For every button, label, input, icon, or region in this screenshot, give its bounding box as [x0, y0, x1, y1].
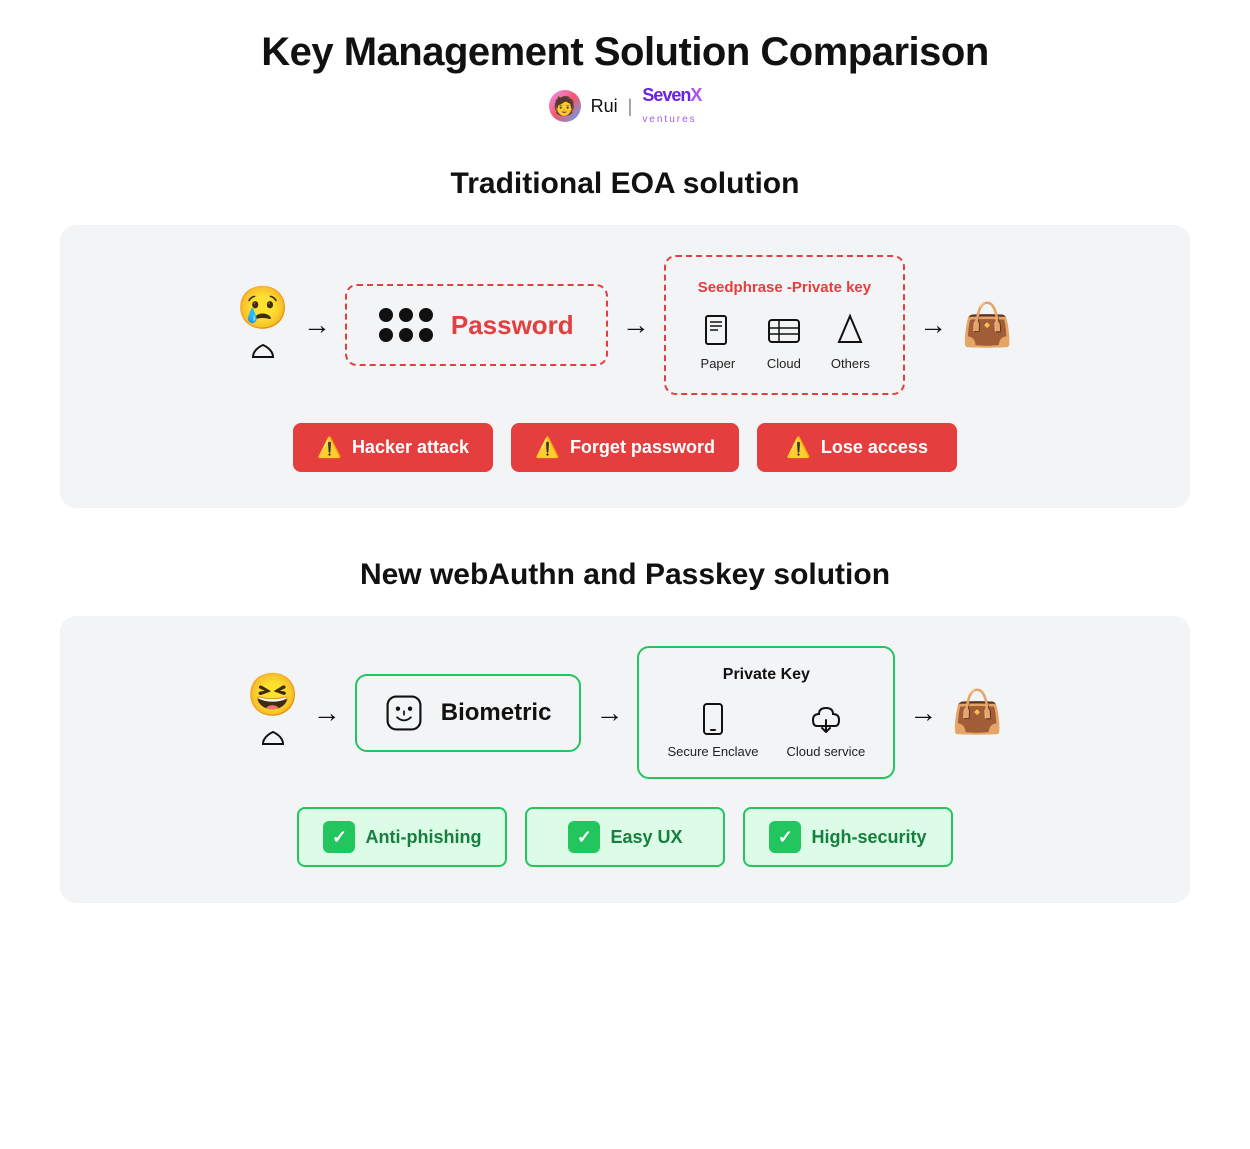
arrow-2: → [622, 309, 650, 341]
warning-icon-1: ⚠️ [317, 435, 342, 460]
cloud-label: Cloud [767, 356, 801, 371]
dot [399, 328, 413, 342]
cloud-service-item: Cloud service [787, 700, 866, 759]
dot [419, 328, 433, 342]
password-box: Password [345, 284, 608, 366]
wallet-icon-traditional: 👜 [961, 301, 1013, 350]
warning-icon-2: ⚠️ [535, 435, 560, 460]
check-icon-3: ✓ [769, 821, 801, 853]
arrow-5: → [595, 697, 623, 729]
benefit-badge-ux: ✓ Easy UX [525, 807, 725, 867]
new-flow-row: 😆 → Biometric [100, 646, 1150, 779]
brand-logo: SevenXventures [642, 85, 701, 127]
dot [379, 308, 393, 322]
paper-label: Paper [701, 356, 736, 371]
storage-item-cloud: Cloud [765, 312, 803, 371]
benefit-badge-security: ✓ High-security [743, 807, 952, 867]
traditional-flow-row: 😢 → Password [100, 255, 1150, 395]
password-row: Password [379, 308, 574, 342]
seedphrase-box: Seedphrase -Private key Paper [664, 255, 905, 395]
phone-icon [694, 700, 732, 738]
risk-label-3: Lose access [821, 437, 928, 458]
dots-grid [379, 308, 433, 342]
user-body-icon [247, 331, 279, 364]
new-section-box: 😆 → Biometric [60, 616, 1190, 903]
new-section-title: New webAuthn and Passkey solution [60, 558, 1190, 592]
benefit-label-1: Anti-phishing [365, 827, 481, 848]
storage-item-others: Others [831, 312, 870, 371]
paper-icon [699, 312, 737, 350]
arrow-3: → [919, 309, 947, 341]
risk-label-2: Forget password [570, 437, 715, 458]
risk-row: ⚠️ Hacker attack ⚠️ Forget password ⚠️ L… [100, 423, 1150, 472]
divider: | [628, 96, 633, 117]
arrow-1: → [303, 309, 331, 341]
benefit-badge-phishing: ✓ Anti-phishing [297, 807, 507, 867]
password-label: Password [451, 310, 574, 341]
others-icon [831, 312, 869, 350]
traditional-user-figure: 😢 [237, 287, 289, 364]
grin-emoji: 😆 [246, 674, 298, 716]
page-title: Key Management Solution Comparison [60, 30, 1190, 75]
warning-icon-3: ⚠️ [786, 435, 811, 460]
biometric-row: Biometric [385, 694, 552, 732]
cloud-service-label: Cloud service [787, 744, 866, 759]
dot [379, 328, 393, 342]
benefit-label-2: Easy UX [610, 827, 682, 848]
risk-badge-hacker: ⚠️ Hacker attack [293, 423, 493, 472]
benefit-label-3: High-security [811, 827, 926, 848]
risk-badge-access: ⚠️ Lose access [757, 423, 957, 472]
biometric-face-icon [385, 694, 423, 732]
storage-icons-row: Paper Cloud Other [699, 312, 870, 371]
traditional-section-box: 😢 → Password [60, 225, 1190, 508]
cry-emoji: 😢 [237, 287, 289, 329]
others-label: Others [831, 356, 870, 371]
biometric-box: Biometric [355, 674, 582, 752]
secure-enclave-item: Secure Enclave [667, 700, 758, 759]
private-key-label: Private Key [723, 666, 810, 684]
private-key-icons-row: Secure Enclave Cloud service [667, 700, 865, 759]
user-body-icon-2 [257, 718, 289, 751]
cloud-service-icon [807, 700, 845, 738]
check-icon-1: ✓ [323, 821, 355, 853]
arrow-6: → [909, 697, 937, 729]
storage-item-paper: Paper [699, 312, 737, 371]
author-avatar: 🧑 [549, 90, 581, 122]
author-name: Rui [591, 96, 618, 117]
dot [399, 308, 413, 322]
secure-enclave-label: Secure Enclave [667, 744, 758, 759]
new-user-figure: 😆 [246, 674, 298, 751]
check-icon-2: ✓ [568, 821, 600, 853]
risk-badge-forget: ⚠️ Forget password [511, 423, 739, 472]
arrow-4: → [313, 697, 341, 729]
private-key-box: Private Key Secure Enclave Cloud [637, 646, 895, 779]
risk-label-1: Hacker attack [352, 437, 469, 458]
seedphrase-label: Seedphrase -Private key [698, 279, 871, 296]
biometric-label: Biometric [441, 699, 552, 727]
author-row: 🧑 Rui | SevenXventures [60, 85, 1190, 127]
benefit-row: ✓ Anti-phishing ✓ Easy UX ✓ High-securit… [100, 807, 1150, 867]
dot [419, 308, 433, 322]
wallet-icon-new: 👜 [951, 688, 1003, 737]
traditional-section-title: Traditional EOA solution [60, 167, 1190, 201]
cloud-storage-icon [765, 312, 803, 350]
